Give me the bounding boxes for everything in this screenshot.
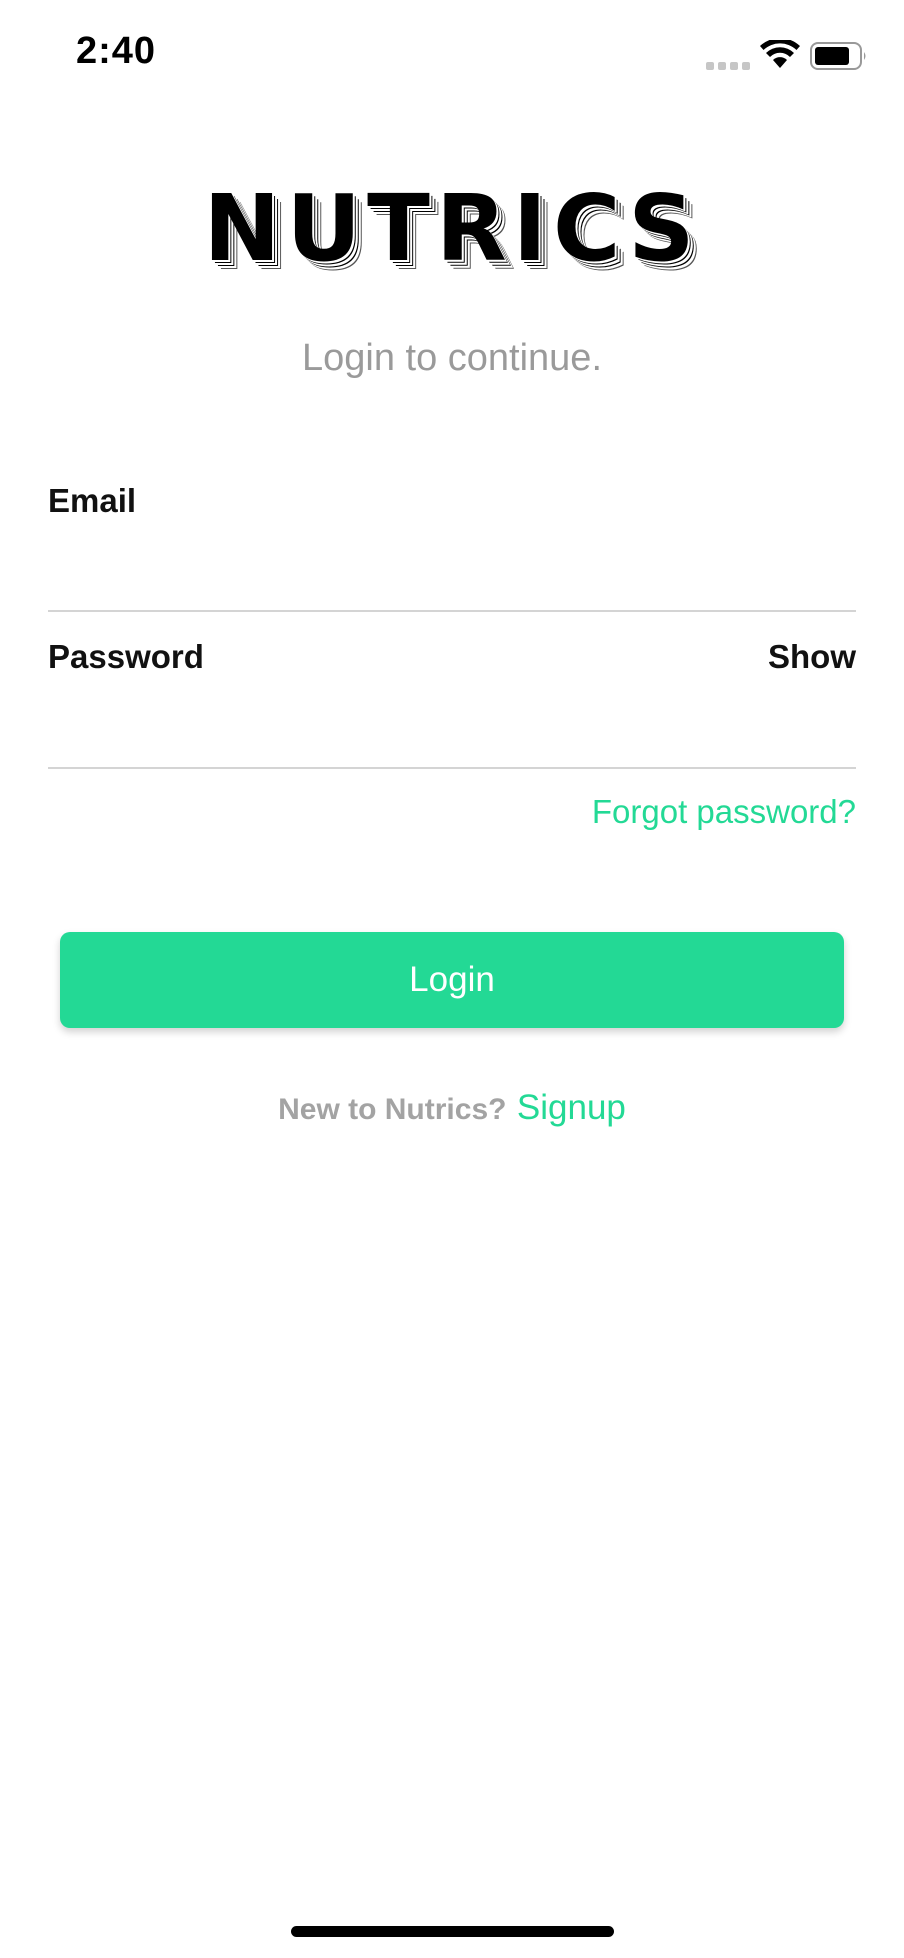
email-field[interactable]: [48, 548, 856, 598]
forgot-password-link[interactable]: Forgot password?: [592, 793, 856, 831]
wifi-icon: [760, 40, 800, 68]
battery-icon: [810, 42, 866, 70]
password-label: Password: [48, 638, 204, 675]
signup-prompt: New to Nutrics?: [278, 1093, 507, 1126]
login-subtitle: Login to continue.: [301, 337, 602, 379]
password-field[interactable]: [48, 704, 856, 754]
email-label: Email: [48, 482, 137, 519]
signup-link[interactable]: Signup: [517, 1088, 626, 1127]
email-divider: [48, 610, 856, 612]
show-password-toggle[interactable]: Show: [768, 638, 856, 676]
app-logo: NUTRICS: [203, 175, 701, 282]
signal-icon: [706, 60, 750, 70]
password-divider: [48, 767, 856, 769]
signup-row: New to Nutrics? Signup: [0, 1088, 904, 1128]
status-bar: 2:40: [0, 0, 904, 110]
login-button[interactable]: Login: [60, 932, 844, 1028]
home-indicator[interactable]: [291, 1926, 614, 1937]
status-time: 2:40: [76, 30, 157, 72]
logo-container: NUTRICS: [0, 175, 904, 282]
